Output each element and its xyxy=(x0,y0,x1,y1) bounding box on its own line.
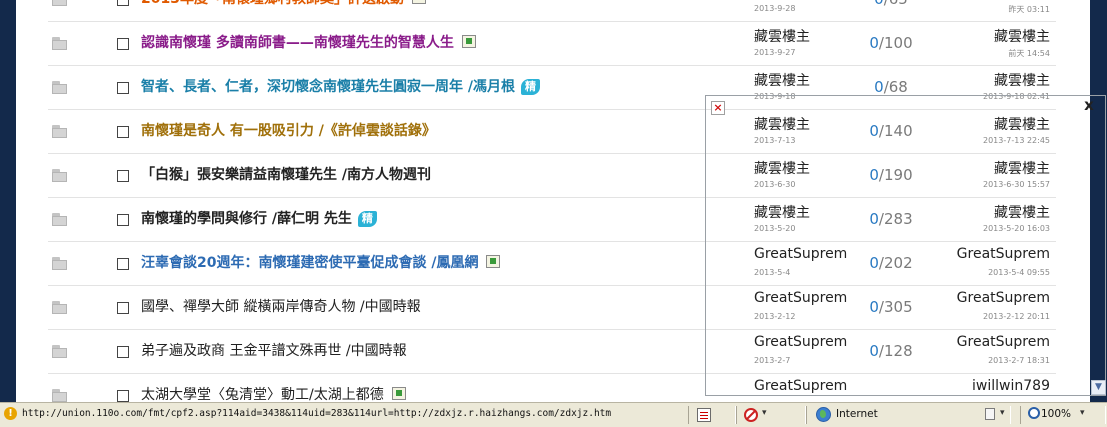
reply-view-counts: 0/68 xyxy=(846,78,936,96)
thread-title-link[interactable]: 國學、禪學大師 縱橫兩岸傳奇人物 /中國時報 xyxy=(141,298,421,316)
thread-checkbox[interactable] xyxy=(117,214,129,226)
reply-view-counts: 0/100 xyxy=(846,34,936,52)
broken-image-icon[interactable]: × xyxy=(711,101,725,115)
thread-checkbox[interactable] xyxy=(117,170,129,182)
thread-checkbox[interactable] xyxy=(117,390,129,402)
thread-title-link[interactable]: 智者、長者、仁者，深切懷念南懷瑾先生圓寂一周年 /馮月根精 xyxy=(141,78,540,96)
thread-title-text: 南懷瑾是奇人 有一股吸引力 /《許倬雲談話錄》 xyxy=(141,123,436,139)
popup-scroll-down-arrow[interactable]: ▼ xyxy=(1091,380,1106,395)
reply-view-counts: 0/65 xyxy=(846,0,936,8)
thread-title-text: 國學、禪學大師 縱橫兩岸傳奇人物 /中國時報 xyxy=(141,299,421,315)
status-panel-page xyxy=(688,406,736,424)
view-count: 65 xyxy=(889,0,908,8)
thread-title-text: 2013年度「南懷瑾鄉村教師獎」評選啟動 xyxy=(141,0,404,7)
recommended-badge: 精 xyxy=(357,211,377,227)
thread-post-date: 2013-9-27 xyxy=(754,48,796,57)
folder-icon xyxy=(52,0,67,6)
status-url-text: http://union.110o.com/fmt/cpf2.asp?114ai… xyxy=(22,408,612,419)
browser-status-bar: ! http://union.110o.com/fmt/cpf2.asp?114… xyxy=(0,402,1107,427)
reply-count: 0 xyxy=(869,34,879,52)
folder-icon xyxy=(52,37,67,50)
zoom-icon[interactable] xyxy=(1028,407,1040,419)
last-post-date: 昨天 03:11 xyxy=(1008,5,1050,14)
popup-blocker-icon[interactable] xyxy=(744,408,758,422)
thread-checkbox[interactable] xyxy=(117,82,129,94)
image-attachment-icon xyxy=(411,0,426,4)
zoom-level[interactable]: 100% xyxy=(1041,408,1071,420)
reply-count: 0 xyxy=(874,78,884,96)
folder-icon xyxy=(52,81,67,94)
zone-dropdown-icon[interactable]: ▾ xyxy=(1000,408,1005,418)
thread-title-link[interactable]: 「白猴」張安樂請益南懷瑾先生 /南方人物週刊 xyxy=(141,166,431,184)
folder-icon xyxy=(52,213,67,226)
thread-title-link[interactable]: 汪辜會談20週年：南懷瑾建密使平臺促成會談 /鳳凰網 xyxy=(141,254,501,272)
popup-blocker-dropdown-icon[interactable]: ▾ xyxy=(762,408,767,418)
security-zone-label: Internet xyxy=(836,408,878,420)
last-post-author-link[interactable]: 藏雲樓主 xyxy=(994,70,1050,90)
reply-count: 0 xyxy=(874,0,884,8)
thread-title-text: 智者、長者、仁者，深切懷念南懷瑾先生圓寂一周年 /馮月根 xyxy=(141,79,515,95)
popup-close-button[interactable]: x xyxy=(1082,97,1096,113)
page-report-icon[interactable] xyxy=(697,408,711,422)
folder-icon xyxy=(52,257,67,270)
thread-post-date: 2013-9-28 xyxy=(754,4,796,13)
thread-checkbox[interactable] xyxy=(117,38,129,50)
view-count: 100 xyxy=(883,34,913,52)
folder-icon xyxy=(52,125,67,138)
thread-title-text: 汪辜會談20週年：南懷瑾建密使平臺促成會談 /鳳凰網 xyxy=(141,255,479,271)
image-attachment-icon xyxy=(461,35,476,48)
warning-icon: ! xyxy=(4,407,17,420)
thread-author-link[interactable]: 藏雲樓主 xyxy=(754,26,810,46)
thread-title-link[interactable]: 太湖大學堂〈兔清堂〉動工/太湖上都德 xyxy=(141,386,406,402)
thread-title-link[interactable]: 南懷瑾的學問與修行 /薛仁明 先生精 xyxy=(141,210,377,228)
last-post-author-link[interactable]: 藏雲樓主 xyxy=(994,26,1050,46)
left-frame-border xyxy=(0,0,16,402)
thread-title-text: 「白猴」張安樂請益南懷瑾先生 /南方人物週刊 xyxy=(141,167,431,183)
last-post-date: 前天 14:54 xyxy=(1008,49,1050,58)
thread-title-link[interactable]: 弟子遍及政商 王金平譜文殊再世 /中國時報 xyxy=(141,342,407,360)
zoom-dropdown-icon[interactable]: ▾ xyxy=(1080,408,1085,418)
popup-ad-frame[interactable] xyxy=(705,95,1106,396)
protected-mode-icon[interactable] xyxy=(985,408,995,420)
thread-title-link[interactable]: 南懷瑾是奇人 有一股吸引力 /《許倬雲談話錄》 xyxy=(141,122,436,140)
thread-row: 認識南懷瑾 多讀南師書——南懷瑾先生的智慧人生 藏雲樓主 2013-9-27 0/10… xyxy=(48,22,1056,66)
folder-icon xyxy=(52,345,67,358)
globe-icon xyxy=(816,407,831,422)
thread-checkbox[interactable] xyxy=(117,258,129,270)
thread-checkbox[interactable] xyxy=(117,126,129,138)
thread-author-link[interactable]: 藏雲樓主 xyxy=(754,70,810,90)
thread-title-link[interactable]: 2013年度「南懷瑾鄉村教師獎」評選啟動 xyxy=(141,0,426,8)
thread-row: 2013年度「南懷瑾鄉村教師獎」評選啟動 2013-9-28 0/65 昨天 03:1… xyxy=(48,0,1056,22)
recommended-badge: 精 xyxy=(521,79,540,95)
thread-checkbox[interactable] xyxy=(117,346,129,358)
image-attachment-icon xyxy=(391,387,406,400)
view-count: 68 xyxy=(888,78,908,96)
image-attachment-icon xyxy=(486,255,501,268)
thread-title-text: 太湖大學堂〈兔清堂〉動工/太湖上都德 xyxy=(141,387,384,402)
thread-title-text: 認識南懷瑾 多讀南師書——南懷瑾先生的智慧人生 xyxy=(141,35,454,51)
thread-title-text: 弟子遍及政商 王金平譜文殊再世 /中國時報 xyxy=(141,343,407,359)
thread-checkbox[interactable] xyxy=(117,0,129,6)
folder-icon xyxy=(52,169,67,182)
thread-checkbox[interactable] xyxy=(117,302,129,314)
folder-icon xyxy=(52,301,67,314)
thread-title-link[interactable]: 認識南懷瑾 多讀南師書——南懷瑾先生的智慧人生 xyxy=(141,34,476,52)
folder-icon xyxy=(52,389,67,402)
thread-title-text: 南懷瑾的學問與修行 /薛仁明 先生 xyxy=(141,211,352,227)
